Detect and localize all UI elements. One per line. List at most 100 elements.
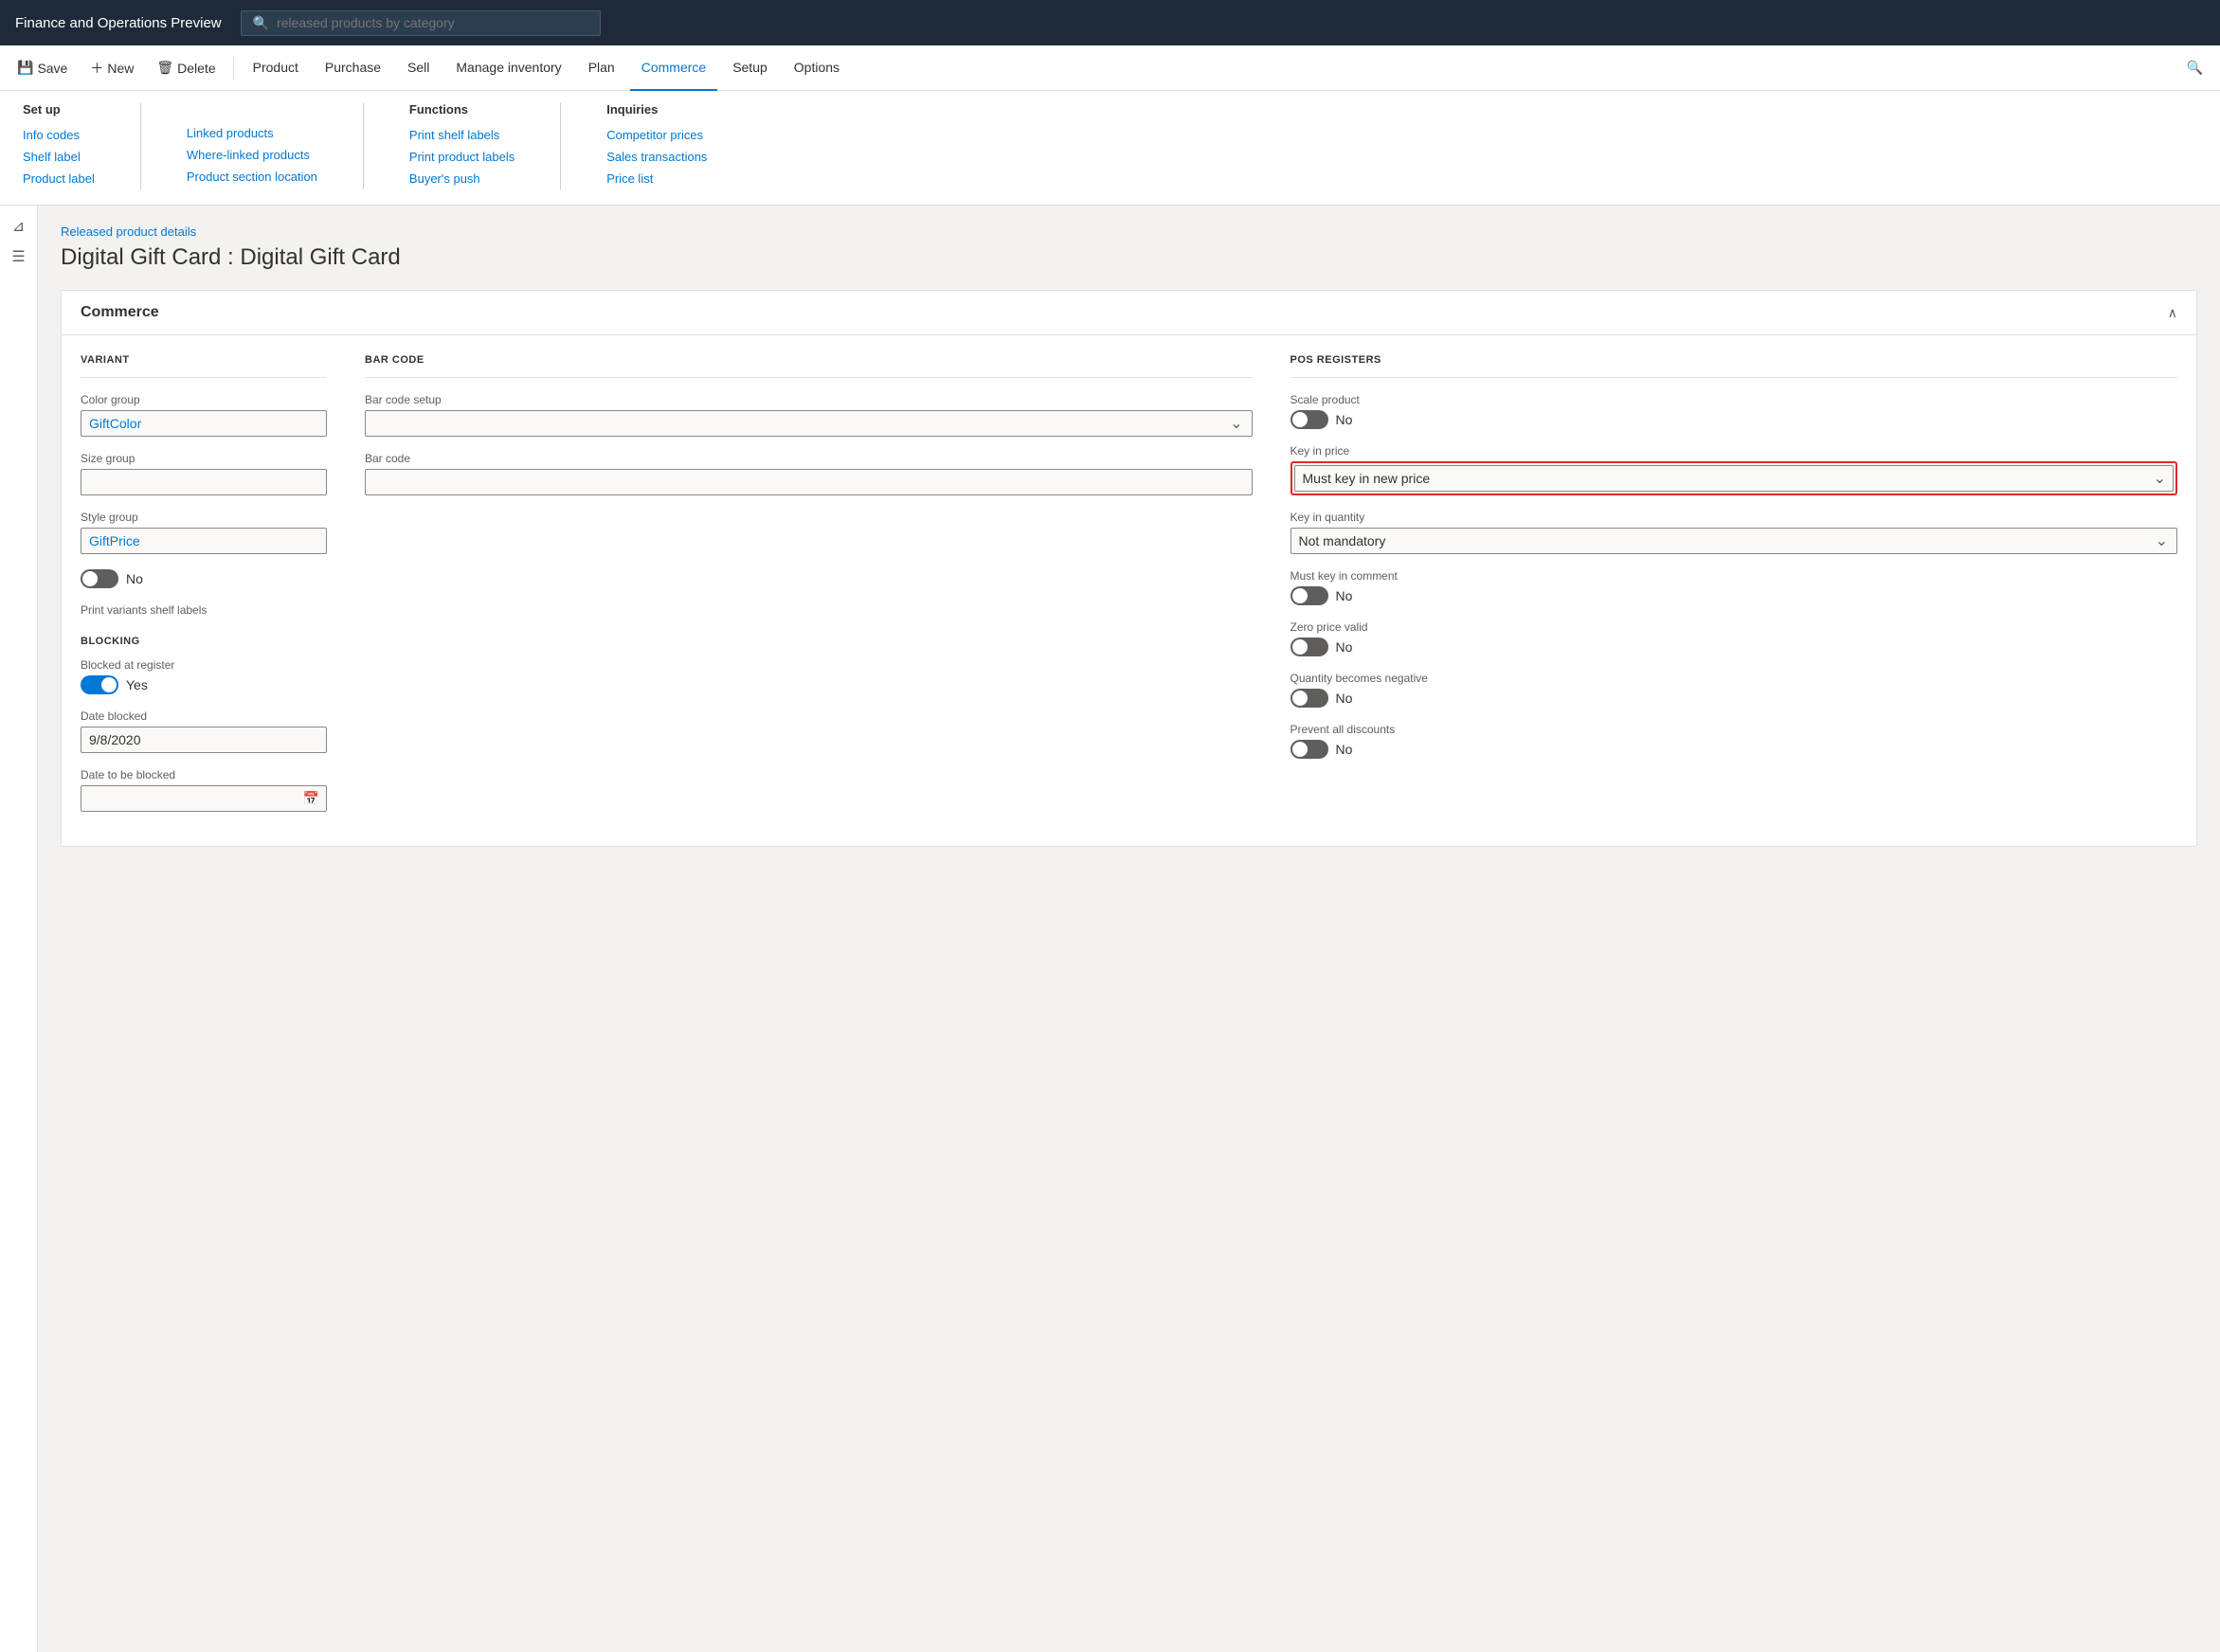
menu-divider-3 — [560, 102, 561, 189]
prevent-all-discounts-value: No — [1336, 742, 1353, 757]
color-group-field: Color group — [81, 393, 327, 437]
menu-product-label[interactable]: Product label — [23, 168, 95, 189]
tab-purchase[interactable]: Purchase — [314, 45, 392, 91]
save-button[interactable]: 💾 Save — [8, 54, 77, 81]
menu-sales-transactions[interactable]: Sales transactions — [606, 146, 707, 168]
prevent-all-discounts-field: Prevent all discounts No — [1290, 723, 2178, 759]
toggle-slider-zero-price — [1290, 637, 1328, 656]
app-title: Finance and Operations Preview — [15, 15, 222, 31]
date-blocked-label: Date blocked — [81, 709, 327, 723]
commerce-section-card: Commerce ∧ VARIANT Color group Size grou… — [61, 290, 2197, 847]
must-key-in-comment-label: Must key in comment — [1290, 569, 2178, 583]
menu-group-setup: Set up Info codes Shelf label Product la… — [23, 102, 95, 189]
barcode-column: BAR CODE Bar code setup Bar code — [365, 354, 1253, 827]
style-group-field: Style group — [81, 511, 327, 554]
menu-print-product-labels[interactable]: Print product labels — [409, 146, 514, 168]
tab-options[interactable]: Options — [783, 45, 851, 91]
scale-product-field: Scale product No — [1290, 393, 2178, 429]
tab-commerce[interactable]: Commerce — [630, 45, 717, 91]
page-title: Digital Gift Card : Digital Gift Card — [61, 244, 2197, 271]
calendar-icon: 📅 — [303, 791, 319, 807]
menu-buyers-push[interactable]: Buyer's push — [409, 168, 514, 189]
quantity-negative-field: Quantity becomes negative No — [1290, 672, 2178, 708]
menu-group-setup2: Linked products Where-linked products Pr… — [187, 102, 317, 189]
color-group-input[interactable] — [81, 410, 327, 437]
toggle-slider-comment — [1290, 586, 1328, 605]
scale-product-toggle[interactable] — [1290, 410, 1328, 429]
bar-code-setup-label: Bar code setup — [365, 393, 1253, 406]
blocked-at-register-toggle[interactable] — [81, 675, 118, 694]
menu-icon[interactable]: ☰ — [11, 247, 25, 266]
date-to-be-blocked-input[interactable] — [81, 785, 327, 812]
search-input[interactable] — [277, 15, 588, 30]
bar-code-setup-select[interactable] — [365, 410, 1253, 437]
toggle-slider-blocked — [81, 675, 118, 694]
tab-product[interactable]: Product — [242, 45, 310, 91]
size-group-input[interactable] — [81, 469, 327, 495]
toggle-slider-qty-neg — [1290, 689, 1328, 708]
quantity-negative-toggle[interactable] — [1290, 689, 1328, 708]
zero-price-valid-toggle[interactable] — [1290, 637, 1328, 656]
menu-linked-products[interactable]: Linked products — [187, 122, 317, 144]
search-icon: 🔍 — [253, 15, 269, 31]
separator — [233, 57, 234, 80]
tab-sell[interactable]: Sell — [396, 45, 441, 91]
menu-group-inquiries: Inquiries Competitor prices Sales transa… — [606, 102, 707, 189]
menu-print-shelf-labels[interactable]: Print shelf labels — [409, 124, 514, 146]
key-in-quantity-select[interactable]: Not mandatory Must key in Not allowed — [1290, 528, 2178, 554]
menu-product-section[interactable]: Product section location — [187, 166, 317, 188]
new-icon: ＋ — [90, 59, 103, 78]
variant-header: VARIANT — [81, 354, 327, 378]
print-variants-toggle[interactable] — [81, 569, 118, 588]
bar-code-input[interactable] — [365, 469, 1253, 495]
filter-icon[interactable]: ⊿ — [12, 217, 25, 236]
menu-info-codes[interactable]: Info codes — [23, 124, 95, 146]
prevent-all-discounts-label: Prevent all discounts — [1290, 723, 2178, 736]
bar-code-field: Bar code — [365, 452, 1253, 495]
color-group-label: Color group — [81, 393, 327, 406]
menu-competitor-prices[interactable]: Competitor prices — [606, 124, 707, 146]
blocked-at-register-field: Blocked at register Yes — [81, 658, 327, 694]
bar-code-setup-wrapper — [365, 410, 1253, 437]
top-bar: Finance and Operations Preview 🔍 — [0, 0, 2220, 45]
zero-price-valid-field: Zero price valid No — [1290, 620, 2178, 656]
collapse-chevron-icon: ∧ — [2168, 305, 2177, 321]
size-group-label: Size group — [81, 452, 327, 465]
tab-plan[interactable]: Plan — [577, 45, 626, 91]
menu-shelf-label[interactable]: Shelf label — [23, 146, 95, 168]
menu-price-list[interactable]: Price list — [606, 168, 707, 189]
key-in-price-select[interactable]: Must key in new price Not mandatory Not … — [1294, 465, 2175, 492]
print-variants-field: No — [81, 569, 327, 588]
breadcrumb[interactable]: Released product details — [61, 224, 2197, 239]
print-variants-label: No — [126, 571, 143, 586]
menu-group-functions: Functions Print shelf labels Print produ… — [409, 102, 514, 189]
global-search[interactable]: 🔍 — [241, 10, 601, 36]
date-blocked-input[interactable] — [81, 727, 327, 753]
key-in-quantity-field: Key in quantity Not mandatory Must key i… — [1290, 511, 2178, 554]
setup-group-title: Set up — [23, 102, 95, 117]
prevent-all-discounts-toggle[interactable] — [1290, 740, 1328, 759]
key-in-price-field: Key in price Must key in new price Not m… — [1290, 444, 2178, 495]
style-group-input[interactable] — [81, 528, 327, 554]
delete-button[interactable]: 🗑 Delete — [147, 54, 225, 81]
functions-group-title: Functions — [409, 102, 514, 117]
key-in-quantity-wrapper: Not mandatory Must key in Not allowed — [1290, 528, 2178, 554]
commerce-dropdown: Set up Info codes Shelf label Product la… — [0, 91, 2220, 206]
menu-divider-2 — [363, 102, 364, 189]
bar-code-label: Bar code — [365, 452, 1253, 465]
section-header[interactable]: Commerce ∧ — [62, 291, 2196, 335]
scale-product-value: No — [1336, 412, 1353, 427]
quantity-negative-value: No — [1336, 691, 1353, 706]
blocked-at-register-value: Yes — [126, 677, 148, 692]
tab-setup[interactable]: Setup — [721, 45, 779, 91]
tab-manage-inventory[interactable]: Manage inventory — [444, 45, 572, 91]
key-in-price-wrapper: Must key in new price Not mandatory Not … — [1290, 461, 2178, 495]
print-variants-field-label: Print variants shelf labels — [81, 603, 327, 617]
key-in-price-label: Key in price — [1290, 444, 2178, 458]
must-key-in-comment-toggle[interactable] — [1290, 586, 1328, 605]
toolbar-search-button[interactable]: 🔍 — [2177, 54, 2212, 81]
menu-where-linked[interactable]: Where-linked products — [187, 144, 317, 166]
new-button[interactable]: ＋ New — [81, 53, 143, 83]
search-icon: 🔍 — [2187, 60, 2203, 76]
quantity-negative-label: Quantity becomes negative — [1290, 672, 2178, 685]
